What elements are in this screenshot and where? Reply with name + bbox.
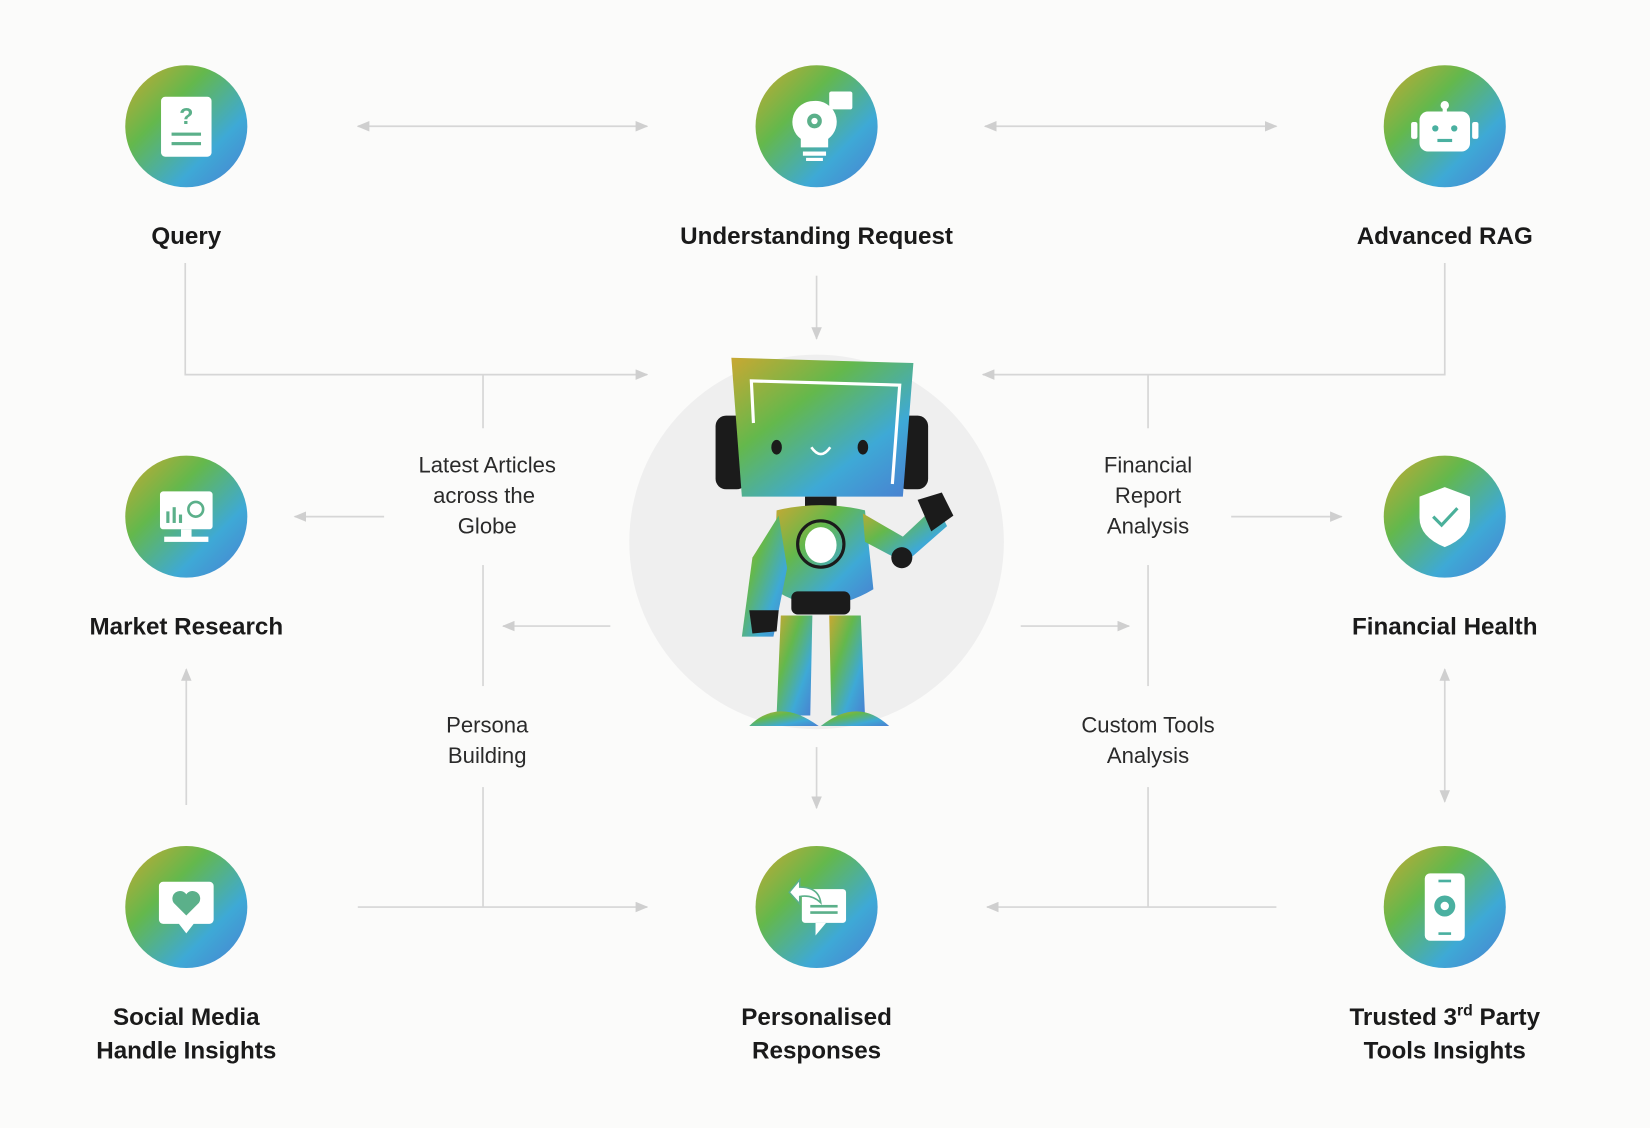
edge-label-latest-articles: Latest Articles across the Globe	[419, 452, 556, 538]
node-social-media: Social Media Handle Insights	[96, 846, 276, 1065]
node-title-line1: Social Media	[113, 1004, 260, 1031]
ai-workflow-diagram: ? Query Understanding Request Advanced R…	[89, 65, 1541, 1065]
label-line: across the	[433, 483, 535, 508]
label-line: Latest Articles	[419, 452, 556, 477]
edge-label-custom-tools: Custom Tools Analysis	[1081, 712, 1214, 768]
node-market-research: Market Research	[89, 455, 283, 641]
robot-mascot	[629, 354, 1004, 730]
node-trusted-tools: Trusted 3rd Party Tools Insights	[1349, 846, 1541, 1065]
node-personalised-responses: Personalised Responses	[741, 846, 892, 1065]
label-line: Custom Tools	[1081, 712, 1214, 737]
label-line: Analysis	[1107, 513, 1189, 538]
edge-label-financial-report: Financial Report Analysis	[1104, 452, 1192, 538]
node-title: Market Research	[89, 614, 283, 641]
node-title-line1: Trusted 3rd Party	[1349, 1002, 1540, 1030]
label-line: Financial	[1104, 452, 1192, 477]
node-title-line2: Tools Insights	[1364, 1038, 1526, 1065]
node-title: Query	[151, 223, 221, 250]
node-advanced-rag: Advanced RAG	[1357, 65, 1533, 250]
node-financial-health: Financial Health	[1352, 455, 1538, 641]
label-line: Report	[1115, 483, 1181, 508]
node-title: Advanced RAG	[1357, 223, 1533, 250]
edge-label-persona-building: Persona Building	[446, 712, 529, 768]
node-title-line1: Personalised	[741, 1004, 892, 1031]
label-line: Persona	[446, 712, 529, 737]
label-line: Analysis	[1107, 743, 1189, 768]
node-title-line2: Responses	[752, 1038, 881, 1065]
node-title: Understanding Request	[680, 223, 953, 250]
svg-text:?: ?	[179, 103, 193, 129]
arrow-query-robot	[184, 263, 649, 380]
robot-screen-head	[731, 357, 914, 497]
label-line: Building	[448, 743, 527, 768]
label-line: Globe	[458, 513, 517, 538]
arrow-rag-robot	[981, 263, 1446, 380]
node-understanding-request: Understanding Request	[680, 65, 953, 250]
node-title: Financial Health	[1352, 614, 1537, 641]
node-title-line2: Handle Insights	[96, 1038, 276, 1065]
node-query: ? Query	[125, 65, 248, 250]
